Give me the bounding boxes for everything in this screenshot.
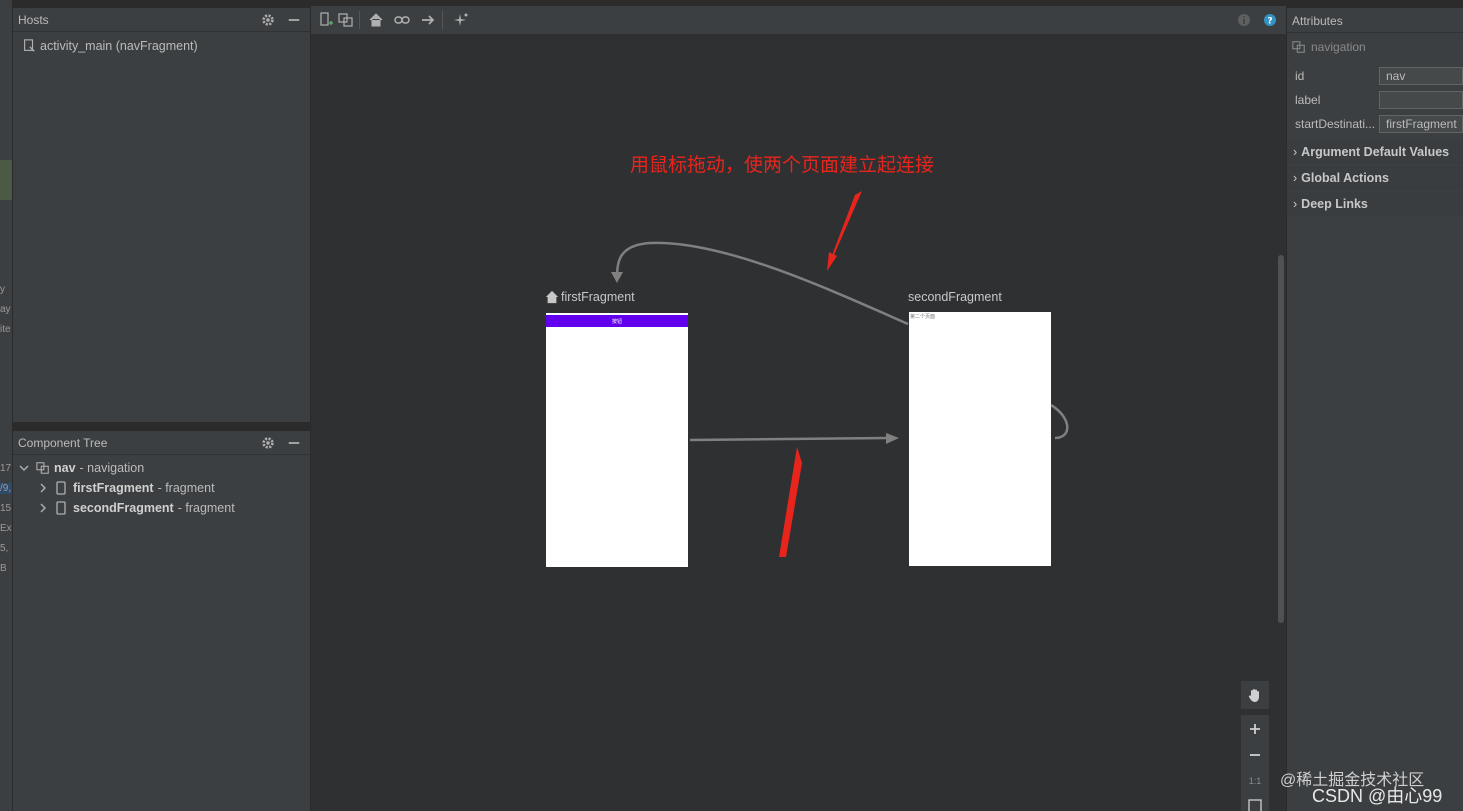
- attributes-type-label: navigation: [1311, 40, 1366, 54]
- section-deep-links[interactable]: › Deep Links: [1287, 192, 1463, 216]
- self-loop-line: [1050, 403, 1069, 440]
- action-arrowhead: [886, 433, 899, 444]
- annotation-text: 用鼠标拖动，使两个页面建立起连接: [630, 155, 935, 176]
- chevron-right-icon: ›: [1293, 145, 1298, 159]
- annotation-arrowhead: [827, 252, 837, 271]
- action-line-second-to-first[interactable]: [615, 241, 909, 326]
- section-argument-default-values[interactable]: › Argument Default Values: [1287, 140, 1463, 164]
- attr-label-label: label: [1295, 93, 1321, 107]
- second-fragment-preview[interactable]: 第二个页面: [909, 312, 1051, 566]
- zoom-fit-icon[interactable]: [1241, 793, 1269, 811]
- action-line-first-to-second[interactable]: [689, 436, 889, 442]
- zoom-out-icon[interactable]: [1241, 741, 1269, 769]
- first-fragment-label[interactable]: firstFragment: [545, 290, 635, 304]
- divider: [1287, 32, 1463, 33]
- section-label: Argument Default Values: [1301, 145, 1450, 159]
- chevron-right-icon: ›: [1293, 197, 1298, 211]
- attributes-title: Attributes: [1292, 14, 1343, 28]
- navigation-icon: [1291, 39, 1307, 55]
- action-arrowhead: [611, 272, 623, 283]
- attr-id-input[interactable]: nav: [1379, 67, 1463, 85]
- attr-id-label: id: [1295, 69, 1305, 83]
- section-global-actions[interactable]: › Global Actions: [1287, 166, 1463, 190]
- attr-start-destination-label: startDestinati...: [1295, 117, 1376, 131]
- canvas-scrollbar[interactable]: [1278, 255, 1284, 623]
- second-fragment-label[interactable]: secondFragment: [908, 290, 1002, 304]
- attr-label-input[interactable]: [1379, 91, 1463, 109]
- first-fragment-preview[interactable]: 按钮: [546, 313, 688, 567]
- annotation-arrow: [779, 447, 802, 557]
- section-label: Deep Links: [1301, 197, 1368, 211]
- zoom-in-icon[interactable]: [1241, 715, 1269, 743]
- first-fragment-name: firstFragment: [561, 290, 635, 304]
- preview-text: 第二个页面: [910, 314, 936, 320]
- watermark-line2: CSDN @由心99: [1312, 786, 1443, 806]
- attributes-type-row: navigation: [1291, 39, 1366, 55]
- preview-button: 按钮: [546, 315, 688, 327]
- chevron-right-icon: ›: [1293, 171, 1298, 185]
- start-destination-home-icon: [545, 290, 559, 304]
- section-label: Global Actions: [1301, 171, 1389, 185]
- attr-start-destination-select[interactable]: firstFragment: [1379, 115, 1463, 133]
- zoom-reset-button[interactable]: 1:1: [1241, 767, 1269, 795]
- pan-hand-icon[interactable]: [1241, 681, 1269, 709]
